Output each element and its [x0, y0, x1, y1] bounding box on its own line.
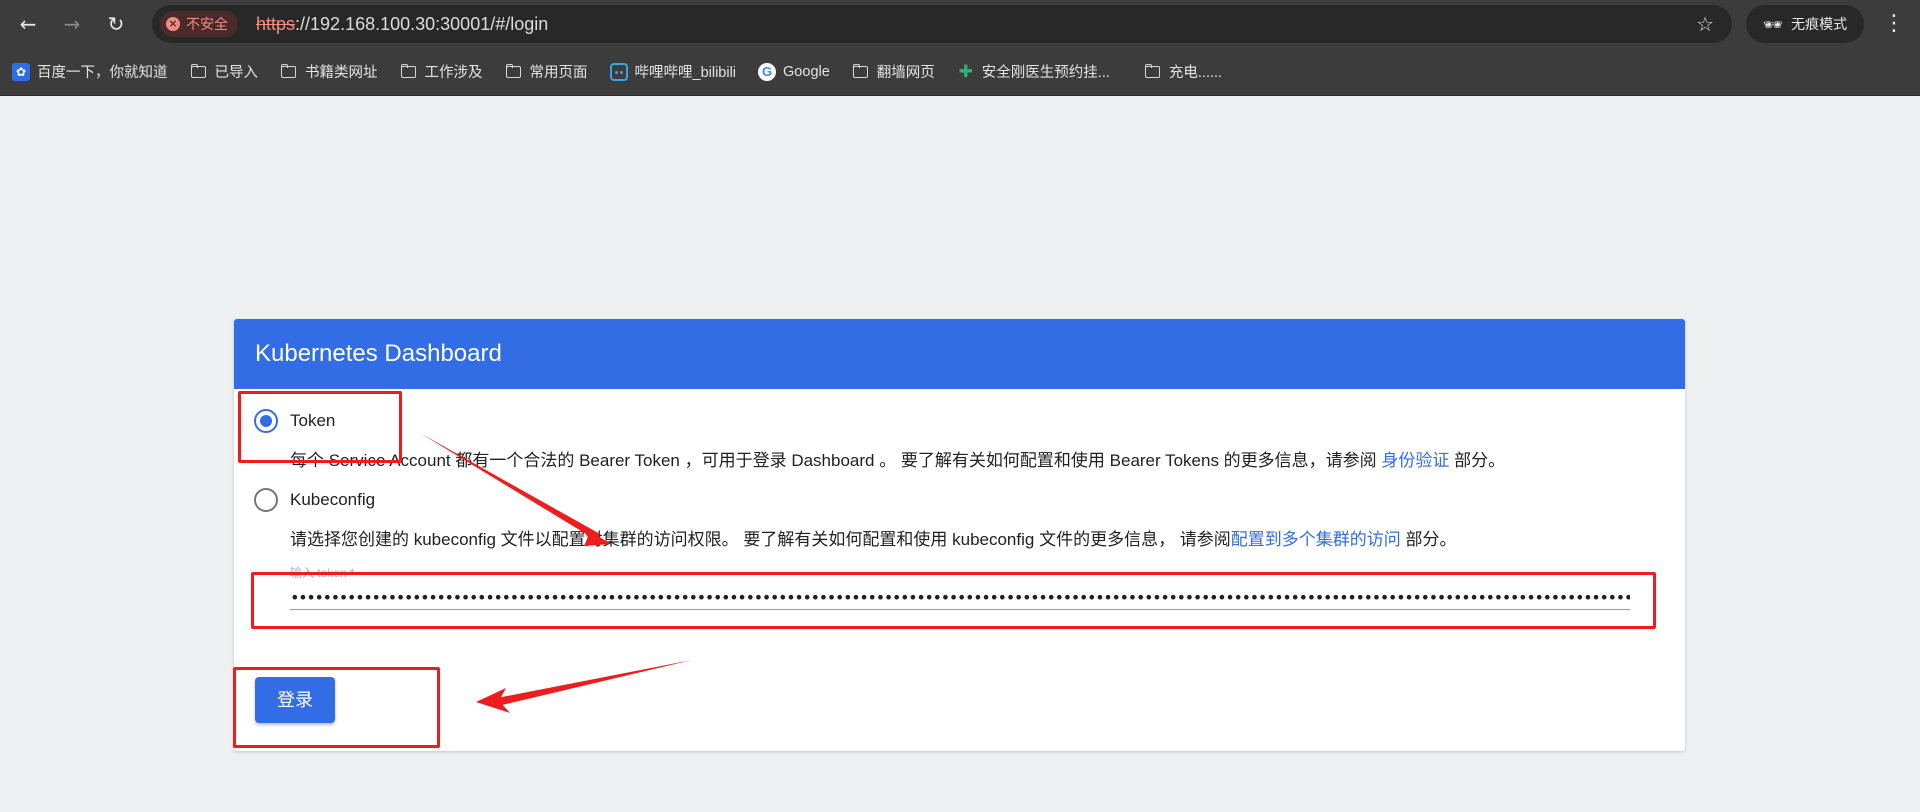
token-desc-suffix: 部分。 — [1449, 451, 1506, 470]
folder-icon — [280, 63, 298, 81]
bookmark-star-icon[interactable]: ☆ — [1696, 5, 1714, 43]
bookmark-item[interactable]: 哔哩哔哩_bilibili — [609, 61, 737, 82]
kubeconfig-radio[interactable] — [254, 488, 278, 512]
url-text[interactable]: https://192.168.100.30:30001/#/login — [256, 5, 548, 43]
bookmarks-bar: ✿ 百度一下，你就知道 已导入 书籍类网址 工作涉及 常用页面 哔哩哔哩_bili… — [0, 48, 1920, 96]
forward-button[interactable]: → — [56, 8, 88, 40]
bookmark-label: 工作涉及 — [424, 65, 483, 81]
bookmark-folder[interactable]: 书籍类网址 — [280, 61, 378, 82]
bookmark-folder[interactable]: 工作涉及 — [400, 61, 483, 82]
bookmark-label: Google — [783, 63, 830, 80]
bilibili-icon — [609, 62, 628, 81]
not-secure-icon: × — [166, 17, 180, 31]
kubeconfig-description: 请选择您创建的 kubeconfig 文件以配置对集群的访问权限。 要了解有关如… — [290, 525, 1457, 550]
incognito-icon: 🕶 — [1762, 14, 1784, 34]
google-icon: G — [758, 62, 777, 81]
browser-toolbar: ← → ↻ × 不安全 https://192.168.100.30:30001… — [0, 0, 1920, 48]
security-indicator[interactable]: × 不安全 — [160, 11, 238, 37]
reload-icon: ↻ — [107, 12, 125, 36]
annotation-box-input — [251, 572, 1656, 629]
token-desc-text: 每个 Service Account 都有一个合法的 Bearer Token … — [290, 451, 1382, 470]
folder-icon — [505, 63, 523, 81]
url-rest: ://192.168.100.30:30001/#/login — [295, 14, 549, 34]
more-vert-icon: ⋮ — [1883, 11, 1905, 36]
bookmark-label: 翻墙网页 — [876, 65, 935, 81]
bookmark-folder[interactable]: 充电...... — [1144, 61, 1222, 82]
bookmark-folder[interactable]: 常用页面 — [505, 61, 588, 82]
annotation-box-token — [238, 391, 402, 463]
bookmark-label: 安全刚医生预约挂... — [981, 65, 1110, 81]
reload-button[interactable]: ↻ — [100, 8, 132, 40]
back-button[interactable]: ← — [12, 8, 44, 40]
annotation-box-login — [233, 667, 440, 748]
arrow-right-icon: → — [63, 12, 81, 36]
bookmark-item[interactable]: G Google — [758, 62, 830, 81]
address-bar[interactable]: × 不安全 https://192.168.100.30:30001/#/log… — [152, 5, 1732, 43]
login-card: Kubernetes Dashboard Token 每个 Service Ac… — [234, 319, 1685, 751]
bookmark-folder[interactable]: 翻墙网页 — [852, 61, 935, 82]
bookmark-label: 书籍类网址 — [305, 65, 378, 81]
medical-icon: ✚ — [958, 61, 973, 82]
card-title: Kubernetes Dashboard — [234, 319, 1685, 389]
bookmark-label: 已导入 — [214, 65, 259, 81]
folder-icon — [400, 63, 418, 81]
security-label: 不安全 — [186, 16, 228, 32]
incognito-indicator[interactable]: 🕶 无痕模式 — [1746, 5, 1864, 43]
bookmark-item[interactable]: ✚ 安全刚医生预约挂... — [957, 61, 1110, 82]
multi-cluster-docs-link[interactable]: 配置到多个集群的访问 — [1231, 530, 1401, 549]
baidu-icon: ✿ — [12, 62, 30, 81]
kubeconfig-desc-text: 请选择您创建的 kubeconfig 文件以配置对集群的访问权限。 要了解有关如… — [290, 530, 1231, 549]
folder-icon — [1144, 63, 1162, 81]
folder-icon — [852, 63, 870, 81]
url-scheme: https — [256, 14, 296, 34]
browser-menu-button[interactable]: ⋮ — [1878, 8, 1910, 40]
token-description: 每个 Service Account 都有一个合法的 Bearer Token … — [290, 446, 1505, 471]
bookmark-label: 常用页面 — [529, 65, 588, 81]
bookmark-item[interactable]: ✿ 百度一下，你就知道 — [12, 61, 168, 82]
bookmark-label: 百度一下，你就知道 — [37, 65, 168, 81]
folder-icon — [190, 63, 208, 81]
incognito-label: 无痕模式 — [1791, 16, 1848, 32]
bookmark-label: 充电...... — [1168, 65, 1223, 81]
auth-docs-link[interactable]: 身份验证 — [1381, 451, 1449, 470]
bookmark-folder[interactable]: 已导入 — [190, 61, 259, 82]
kubeconfig-option[interactable]: Kubeconfig — [254, 488, 375, 512]
kubeconfig-desc-suffix: 部分。 — [1400, 530, 1457, 549]
arrow-left-icon: ← — [19, 12, 37, 36]
kubeconfig-option-label: Kubeconfig — [290, 490, 376, 509]
bookmark-label: 哔哩哔哩_bilibili — [634, 65, 737, 81]
